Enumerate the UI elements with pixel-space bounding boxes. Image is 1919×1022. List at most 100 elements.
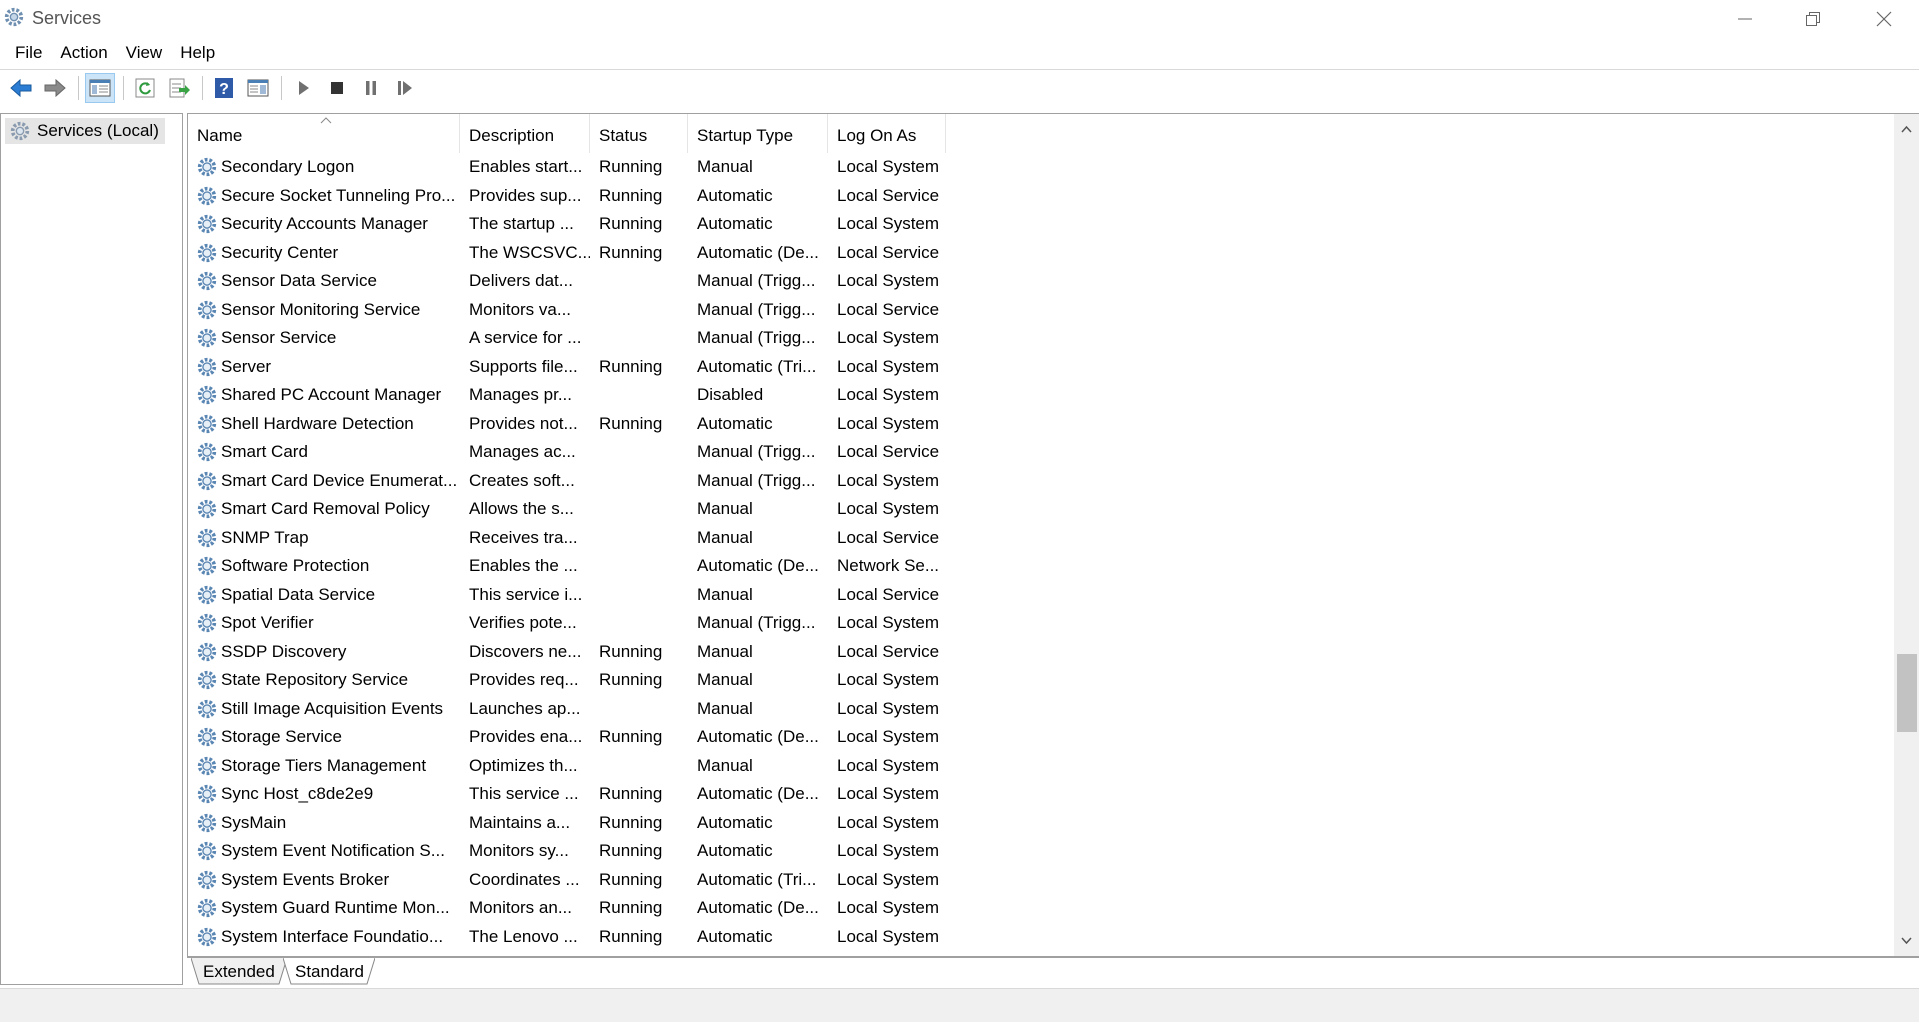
table-row[interactable]: State Repository Service Provides req... R… <box>188 666 1888 695</box>
table-row[interactable]: Software Protection Enables the ... Automa… <box>188 552 1888 581</box>
table-row[interactable]: System Event Notification S... Monitors s… <box>188 837 1888 866</box>
tree-item-services-local[interactable]: Services (Local) <box>5 118 165 144</box>
service-log-on-as: Local System <box>837 499 940 519</box>
forward-button[interactable] <box>40 73 70 103</box>
service-gear-icon <box>197 813 217 832</box>
table-row[interactable]: Spatial Data Service This service i... Man… <box>188 581 1888 610</box>
service-description: Supports file... <box>469 356 578 376</box>
service-log-on-as: Local System <box>837 727 940 747</box>
table-row[interactable]: Shared PC Account Manager Manages pr... Di… <box>188 381 1888 410</box>
table-row[interactable]: Server Supports file... Running Automatic (… <box>188 353 1888 382</box>
table-row[interactable]: Still Image Acquisition Events Launches a… <box>188 695 1888 724</box>
table-row[interactable]: Storage Service Provides ena... Running Aut… <box>188 723 1888 752</box>
scrollbar-thumb[interactable] <box>1897 654 1917 732</box>
column-header-log-on-as[interactable]: Log On As <box>828 114 946 153</box>
service-startup-type: Automatic <box>697 185 773 205</box>
service-startup-type: Manual <box>697 755 753 775</box>
service-log-on-as: Local System <box>837 698 940 718</box>
menu-file[interactable]: File <box>6 39 51 67</box>
table-row[interactable]: SysMain Maintains a... Running Automatic Loc… <box>188 809 1888 838</box>
service-log-on-as: Local System <box>837 613 940 633</box>
service-name: Sync Host_c8de2e9 <box>188 783 460 805</box>
table-row[interactable]: System Guard Runtime Mon... Monitors an..… <box>188 894 1888 923</box>
service-startup-type: Automatic (Tri... <box>697 869 817 889</box>
help-button[interactable]: ? <box>209 73 239 103</box>
stop-service-button[interactable] <box>322 73 352 103</box>
scroll-up-icon[interactable] <box>1900 123 1913 136</box>
table-row[interactable]: Sensor Data Service Delivers dat... Manual… <box>188 267 1888 296</box>
tab-extended[interactable]: Extended <box>191 958 287 985</box>
vertical-scrollbar[interactable] <box>1894 114 1919 956</box>
start-service-button[interactable] <box>288 73 318 103</box>
resume-service-button[interactable] <box>390 73 420 103</box>
table-row[interactable]: System Events Broker Coordinates ... Runni… <box>188 866 1888 895</box>
back-button[interactable] <box>6 73 36 103</box>
table-row[interactable]: Sync Host_c8de2e9 This service ... Running… <box>188 780 1888 809</box>
service-name: Shared PC Account Manager <box>188 384 460 406</box>
table-row[interactable]: Spot Verifier Verifies pote... Manual (Tri… <box>188 609 1888 638</box>
service-log-on-as: Local Service <box>837 185 940 205</box>
service-gear-icon <box>197 842 217 861</box>
service-description: Delivers dat... <box>469 271 573 291</box>
service-log-on-as: Local System <box>837 157 940 177</box>
service-status: Running <box>599 356 663 376</box>
service-gear-icon <box>197 756 217 775</box>
table-row[interactable]: Smart Card Removal Policy Allows the s...… <box>188 495 1888 524</box>
service-gear-icon <box>197 158 217 177</box>
table-row[interactable]: Security Accounts Manager The startup ...… <box>188 210 1888 239</box>
service-status: Running <box>599 841 663 861</box>
table-row[interactable]: System Interface Foundatio... The Lenovo … <box>188 923 1888 952</box>
service-status: Running <box>599 926 663 946</box>
toolbar-separator <box>202 76 203 100</box>
title-bar: Services <box>0 0 1919 37</box>
close-button[interactable] <box>1849 0 1919 37</box>
table-row[interactable]: SNMP Trap Receives tra... Manual Local Serv… <box>188 524 1888 553</box>
service-gear-icon <box>197 443 217 462</box>
service-name: SysMain <box>188 812 460 834</box>
table-row[interactable]: Storage Tiers Management Optimizes th... M… <box>188 752 1888 781</box>
column-header-startup-type[interactable]: Startup Type <box>688 114 828 153</box>
service-name: Smart Card Device Enumerat... <box>188 470 460 492</box>
service-gear-icon <box>197 642 217 661</box>
table-row[interactable]: Secure Socket Tunneling Pro... Provides s… <box>188 182 1888 211</box>
table-row[interactable]: Shell Hardware Detection Provides not... R… <box>188 410 1888 439</box>
table-row[interactable]: Secondary Logon Enables start... Running Ma… <box>188 153 1888 182</box>
service-name: SNMP Trap <box>188 527 460 549</box>
table-row[interactable]: Sensor Monitoring Service Monitors va... M… <box>188 296 1888 325</box>
column-header-status[interactable]: Status <box>590 114 688 153</box>
restore-button[interactable] <box>1778 0 1848 37</box>
service-startup-type: Disabled <box>697 385 764 405</box>
resume-icon <box>398 81 412 95</box>
show-hide-console-tree-button[interactable] <box>85 73 115 103</box>
menu-help[interactable]: Help <box>171 39 224 67</box>
pause-icon <box>366 81 376 95</box>
scroll-down-icon[interactable] <box>1900 934 1913 947</box>
svg-text:?: ? <box>219 81 229 98</box>
service-status: Running <box>599 157 663 177</box>
toolbar-separator <box>281 76 282 100</box>
column-header-description[interactable]: Description <box>460 114 590 153</box>
refresh-button[interactable] <box>130 73 160 103</box>
table-row[interactable]: Smart Card Device Enumerat... Creates sof… <box>188 467 1888 496</box>
service-name: System Guard Runtime Mon... <box>188 897 460 919</box>
service-description: The Lenovo ... <box>469 926 578 946</box>
menu-view[interactable]: View <box>117 39 172 67</box>
service-gear-icon <box>197 386 217 405</box>
export-list-button[interactable] <box>164 73 194 103</box>
services-rows: Secondary Logon Enables start... Running Ma… <box>188 153 1888 951</box>
menu-action[interactable]: Action <box>51 39 116 67</box>
show-action-pane-button[interactable] <box>243 73 273 103</box>
table-row[interactable]: SSDP Discovery Discovers ne... Running Manu… <box>188 638 1888 667</box>
column-header-name[interactable]: Name <box>188 114 460 153</box>
service-gear-icon <box>197 927 217 946</box>
table-row[interactable]: Sensor Service A service for ... Manual (T… <box>188 324 1888 353</box>
table-row[interactable]: Security Center The WSCSVC... Running Autom… <box>188 239 1888 268</box>
service-name: Security Center <box>188 242 460 264</box>
pause-service-button[interactable] <box>356 73 386 103</box>
minimize-button[interactable] <box>1710 0 1780 37</box>
service-startup-type: Automatic <box>697 812 773 832</box>
service-startup-type: Manual (Trigg... <box>697 271 816 291</box>
service-description: This service ... <box>469 784 579 804</box>
tab-standard[interactable]: Standard <box>283 958 375 985</box>
table-row[interactable]: Smart Card Manages ac... Manual (Trigg... L… <box>188 438 1888 467</box>
